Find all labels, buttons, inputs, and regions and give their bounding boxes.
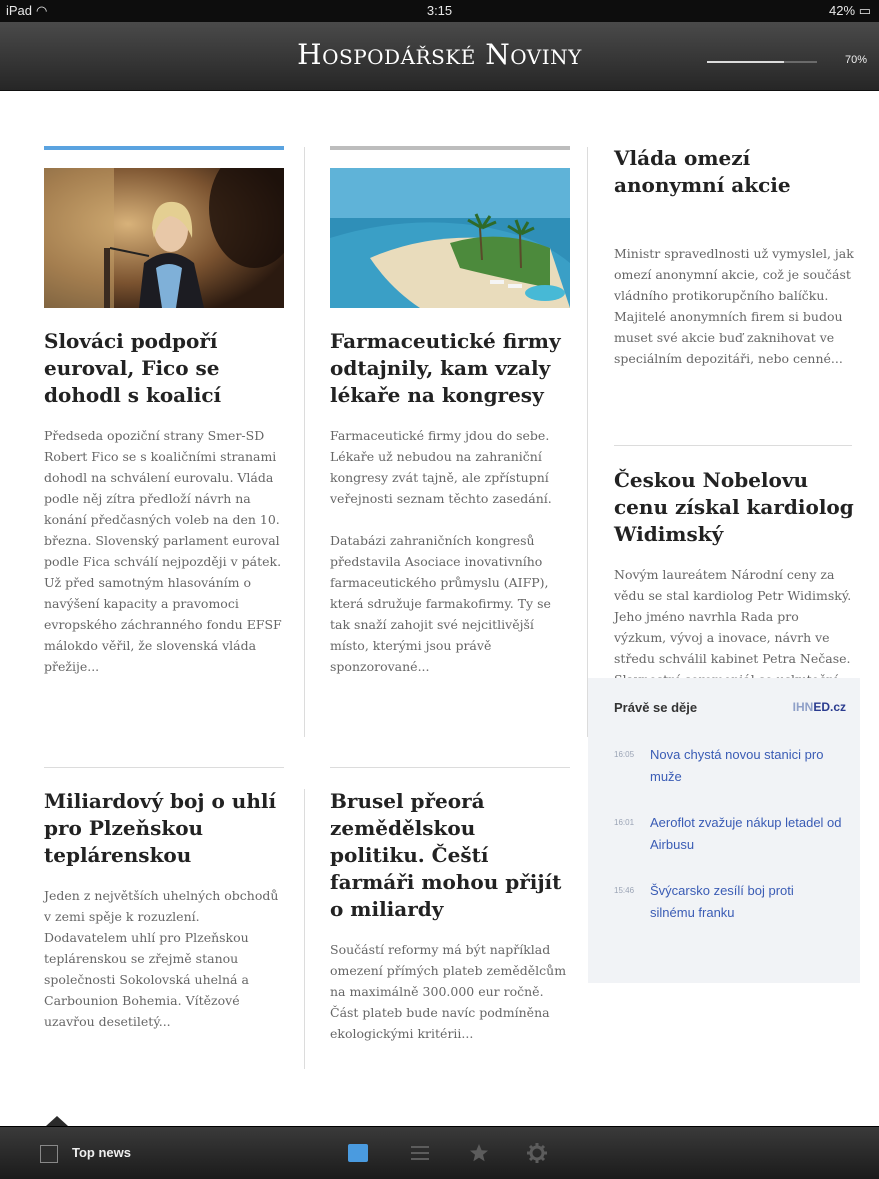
news-time: 15:46 xyxy=(614,886,635,895)
news-link[interactable]: Švýcarsko zesílí boj proti silnému frank… xyxy=(650,880,842,924)
column-divider xyxy=(304,147,305,737)
list-view-icon[interactable] xyxy=(409,1142,431,1164)
news-link[interactable]: Aeroflot zvažuje nákup letadel od Airbus… xyxy=(650,812,842,856)
article-card[interactable]: Brusel přeorá zemědělskou politiku. Češt… xyxy=(330,788,570,1065)
battery-icon: ▭ xyxy=(858,3,871,18)
tab-pointer xyxy=(46,1116,68,1126)
article-card[interactable]: Farmaceutické firmy odtajnily, kam vzaly… xyxy=(330,146,570,698)
progress-track xyxy=(707,61,817,63)
column-divider xyxy=(587,147,588,737)
bottom-toolbar: Top news xyxy=(0,1126,879,1179)
row-separator xyxy=(614,445,852,446)
article-headline[interactable]: Slováci podpoří euroval, Fico se dohodl … xyxy=(44,328,284,409)
article-excerpt: Součástí reformy má být například omezen… xyxy=(330,939,570,1044)
article-card[interactable]: Vláda omezí anonymní akcie Ministr sprav… xyxy=(614,145,854,390)
row-separator xyxy=(330,767,570,768)
clock: 3:15 xyxy=(426,3,453,18)
read-indicator xyxy=(44,146,284,150)
excerpt-paragraph: Ministr spravedlnosti už vymyslel, jak o… xyxy=(614,246,854,366)
article-card[interactable]: Slováci podpoří euroval, Fico se dohodl … xyxy=(44,146,284,698)
article-headline[interactable]: Vláda omezí anonymní akcie xyxy=(614,145,854,199)
news-time: 16:05 xyxy=(614,750,635,759)
excerpt-paragraph: Databázi zahraničních kongresů představi… xyxy=(330,533,551,674)
live-news-item[interactable]: 16:01 Aeroflot zvažuje nákup letadel od A… xyxy=(614,812,844,856)
section-label[interactable]: Top news xyxy=(72,1145,131,1160)
live-panel-title: Právě se děje xyxy=(614,700,698,715)
grid-view-icon[interactable] xyxy=(347,1142,369,1164)
excerpt-paragraph: Farmaceutické firmy jdou do sebe. Lékaře… xyxy=(330,428,552,506)
excerpt-paragraph: Jeden z největších uhelných obchodů v ze… xyxy=(44,888,279,1029)
article-excerpt: Farmaceutické firmy jdou do sebe. Lékaře… xyxy=(330,425,570,677)
masthead: Hospodářské Noviny 70% xyxy=(0,22,879,91)
article-excerpt: Předseda opoziční strany Smer-SD Robert … xyxy=(44,425,284,677)
article-headline[interactable]: Brusel přeorá zemědělskou politiku. Češt… xyxy=(330,788,570,923)
live-news-item[interactable]: 15:46 Švýcarsko zesílí boj proti silnému … xyxy=(614,880,844,924)
article-excerpt: Ministr spravedlnosti už vymyslel, jak o… xyxy=(614,243,854,369)
download-progress: 70% xyxy=(707,54,867,70)
news-time: 16:01 xyxy=(614,818,635,827)
article-headline[interactable]: Českou Nobelovu cenu získal kardiolog Wi… xyxy=(614,467,854,548)
article-excerpt: Jeden z největších uhelných obchodů v ze… xyxy=(44,885,284,1032)
progress-fill xyxy=(707,61,784,63)
article-photo-politician[interactable] xyxy=(44,168,284,308)
live-news-item[interactable]: 16:05 Nova chystá novou stanici pro muže xyxy=(614,744,844,788)
article-headline[interactable]: Farmaceutické firmy odtajnily, kam vzaly… xyxy=(330,328,570,409)
star-icon[interactable] xyxy=(468,1142,490,1164)
read-indicator xyxy=(330,146,570,150)
article-photo-beach[interactable] xyxy=(330,168,570,308)
article-headline[interactable]: Miliardový boj o uhlí pro Plzeňskou tepl… xyxy=(44,788,284,869)
column-divider xyxy=(304,789,305,1069)
row-separator xyxy=(44,767,284,768)
battery-indicator: 42% ▭ xyxy=(829,3,871,18)
live-news-panel: Právě se děje IHNED.cz 16:05 Nova chystá … xyxy=(588,678,860,983)
gear-icon[interactable] xyxy=(526,1142,548,1164)
home-icon[interactable] xyxy=(40,1145,58,1163)
status-bar: iPad ◠ 3:15 42% ▭ xyxy=(0,0,879,22)
progress-label: 70% xyxy=(844,54,867,66)
source-logo: IHNED.cz xyxy=(792,700,846,714)
excerpt-paragraph: Předseda opoziční strany Smer-SD Robert … xyxy=(44,428,282,674)
article-card[interactable]: Miliardový boj o uhlí pro Plzeňskou tepl… xyxy=(44,788,284,1053)
news-link[interactable]: Nova chystá novou stanici pro muže xyxy=(650,744,842,788)
excerpt-paragraph: Součástí reformy má být například omezen… xyxy=(330,942,567,1041)
